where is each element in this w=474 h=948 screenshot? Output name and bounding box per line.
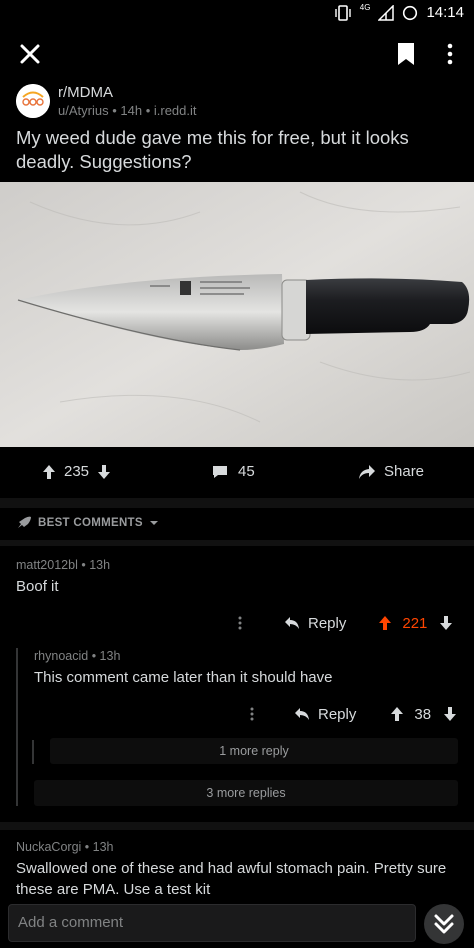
meta-dot: • bbox=[84, 840, 93, 854]
more-replies-button[interactable]: 1 more reply bbox=[50, 738, 458, 764]
reply-button[interactable]: Reply bbox=[284, 615, 346, 632]
post-author[interactable]: u/Atyrius bbox=[58, 103, 109, 118]
subreddit-name[interactable]: r/MDMA bbox=[58, 84, 113, 101]
comment-score: 38 bbox=[414, 705, 432, 723]
comment-sort[interactable]: BEST COMMENTS bbox=[0, 508, 474, 538]
battery-icon bbox=[403, 5, 418, 20]
knife-photo bbox=[0, 182, 474, 447]
post-image[interactable] bbox=[0, 182, 474, 447]
reply-icon bbox=[295, 708, 309, 720]
comment-icon bbox=[213, 465, 227, 478]
comment-body: Boof it bbox=[16, 578, 59, 595]
more-vert-icon bbox=[447, 43, 453, 65]
more-options-button[interactable] bbox=[442, 40, 458, 68]
downvote-icon[interactable] bbox=[443, 706, 457, 722]
subreddit-avatar[interactable] bbox=[16, 84, 50, 118]
post-header: r/MDMA u/Atyrius • 14h • i.redd.it bbox=[0, 82, 474, 124]
upvote-icon[interactable] bbox=[42, 464, 56, 480]
next-comment-button[interactable] bbox=[424, 904, 464, 944]
comment-age: 13h bbox=[92, 840, 114, 854]
meta-dot: • bbox=[91, 649, 100, 663]
clock: 14:14 bbox=[426, 4, 464, 21]
comment-body: Swallowed one of these and had awful sto… bbox=[16, 860, 447, 898]
thread-line[interactable] bbox=[32, 740, 34, 764]
reply-button[interactable]: Reply bbox=[294, 706, 356, 723]
post-age: 14h bbox=[120, 103, 143, 118]
more-replies-button[interactable]: 3 more replies bbox=[34, 780, 458, 806]
comment-count: 45 bbox=[238, 463, 255, 480]
comment-author[interactable]: matt2012bl bbox=[16, 558, 78, 572]
divider bbox=[0, 540, 474, 546]
comment-author[interactable]: rhynoacid bbox=[34, 649, 88, 663]
post-domain[interactable]: i.redd.it bbox=[154, 103, 197, 118]
signal-icon bbox=[378, 4, 395, 21]
comment-meta: rhynoacid • 13h bbox=[34, 649, 120, 663]
add-comment-input[interactable]: Add a comment bbox=[8, 904, 416, 942]
share-icon bbox=[359, 464, 375, 479]
comment-score: 221 bbox=[402, 614, 428, 632]
upvote-icon[interactable] bbox=[390, 706, 404, 722]
comment-meta: matt2012bl • 13h bbox=[16, 558, 110, 572]
double-chevron-down-icon bbox=[434, 914, 454, 934]
status-bar: 4G 14:14 bbox=[0, 0, 474, 26]
comment-age: 13h bbox=[89, 558, 111, 572]
network-type: 4G bbox=[359, 3, 371, 12]
more-vert-icon[interactable] bbox=[236, 615, 244, 631]
chevron-down-icon bbox=[149, 521, 158, 525]
comment-actions: Reply 38 bbox=[248, 703, 462, 725]
byline-dot: • bbox=[145, 103, 154, 118]
comments-button[interactable]: 45 bbox=[212, 463, 255, 480]
subreddit-logo bbox=[16, 84, 50, 118]
comment-composer: Add a comment bbox=[0, 900, 474, 948]
comment-author[interactable]: NuckaCorgi bbox=[16, 840, 81, 854]
more-vert-icon[interactable] bbox=[248, 706, 256, 722]
save-button[interactable] bbox=[396, 42, 416, 66]
bookmark-icon bbox=[398, 43, 414, 65]
downvote-icon[interactable] bbox=[439, 615, 453, 631]
post-actions: 235 45 Share bbox=[0, 448, 474, 498]
rocket-icon bbox=[18, 516, 31, 528]
comment-meta: NuckaCorgi • 13h bbox=[16, 840, 114, 854]
sort-label: BEST COMMENTS bbox=[38, 517, 143, 529]
comment-body: This comment came later than it should h… bbox=[34, 669, 333, 686]
share-button[interactable]: Share bbox=[358, 463, 424, 480]
close-button[interactable] bbox=[14, 38, 46, 70]
thread-line[interactable] bbox=[16, 648, 18, 806]
comment-actions: Reply 221 bbox=[236, 612, 462, 634]
post-byline: u/Atyrius • 14h • i.redd.it bbox=[58, 103, 197, 118]
divider bbox=[0, 822, 474, 830]
top-bar bbox=[0, 26, 474, 82]
comment-age: 13h bbox=[99, 649, 121, 663]
upvote-icon[interactable] bbox=[378, 615, 392, 631]
divider bbox=[0, 498, 474, 508]
reply-label: Reply bbox=[318, 705, 357, 723]
close-icon bbox=[20, 44, 40, 64]
post-title: My weed dude gave me this for free, but … bbox=[16, 127, 409, 172]
downvote-icon[interactable] bbox=[97, 464, 111, 480]
post-score: 235 bbox=[64, 463, 90, 480]
reply-icon bbox=[285, 617, 299, 629]
post-vote: 235 bbox=[42, 463, 111, 480]
reply-label: Reply bbox=[308, 614, 347, 632]
vibrate-icon bbox=[335, 4, 351, 21]
share-label: Share bbox=[384, 463, 425, 480]
